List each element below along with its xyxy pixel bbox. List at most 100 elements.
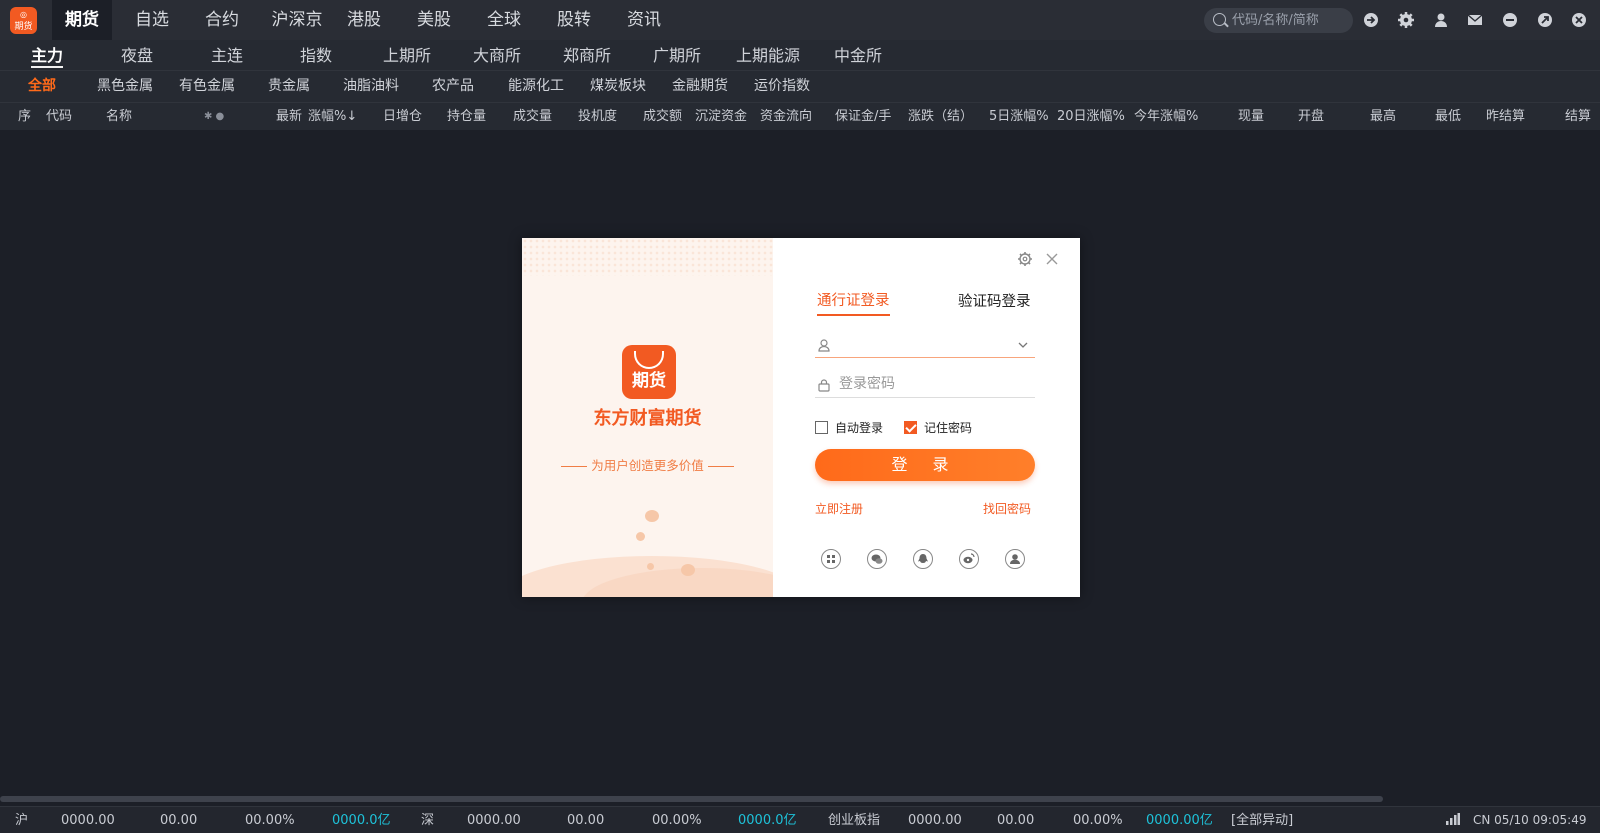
cat-agri[interactable]: 农产品 <box>432 71 474 102</box>
settings-icon[interactable] <box>1397 11 1415 29</box>
cat-precious[interactable]: 贵金属 <box>268 71 310 102</box>
col-last-volume[interactable]: 现量 <box>1238 103 1264 131</box>
tab-news[interactable]: 资讯 <box>614 0 674 40</box>
col-high[interactable]: 最高 <box>1370 103 1396 131</box>
col-code[interactable]: 代码 <box>46 103 72 131</box>
cat-financial[interactable]: 金融期货 <box>672 71 728 102</box>
col-settle[interactable]: 结算 <box>1565 103 1591 131</box>
search-input[interactable]: 代码/名称/简称 <box>1204 8 1353 33</box>
sh-change: 00.00 <box>160 813 198 828</box>
col-open[interactable]: 开盘 <box>1298 103 1324 131</box>
username-input[interactable] <box>839 333 1019 355</box>
col-prev-settle[interactable]: 昨结算 <box>1486 103 1525 131</box>
tab-account-login[interactable]: 通行证登录 <box>817 289 890 316</box>
cat-oils[interactable]: 油脂油料 <box>343 71 399 102</box>
auto-login-checkbox[interactable]: 自动登录 <box>815 419 883 436</box>
tab-neeq[interactable]: 股转 <box>544 0 604 40</box>
subtab-continuous[interactable]: 主连 <box>211 40 243 71</box>
close-icon[interactable] <box>1044 251 1060 267</box>
qq-icon[interactable] <box>913 549 933 569</box>
col-change-settle[interactable]: 涨跌（结） <box>908 103 973 131</box>
cy-change: 00.00 <box>997 813 1035 828</box>
col-daily-oi-change[interactable]: 日增仓 <box>383 103 422 131</box>
col-seq[interactable]: 序 <box>18 103 31 131</box>
cat-energy-chem[interactable]: 能源化工 <box>508 71 564 102</box>
horizontal-scrollbar[interactable] <box>0 794 1600 804</box>
tab-code-login[interactable]: 验证码登录 <box>958 290 1031 311</box>
qr-code-icon[interactable] <box>821 549 841 569</box>
cat-ferrous[interactable]: 黑色金属 <box>97 71 153 102</box>
cat-nonferrous[interactable]: 有色金属 <box>179 71 235 102</box>
column-toggle-icon[interactable]: ✱ ● <box>204 103 224 131</box>
username-field[interactable] <box>815 330 1035 358</box>
tab-watchlist[interactable]: 自选 <box>122 0 182 40</box>
subtab-gfex[interactable]: 广期所 <box>653 40 701 71</box>
settings-icon[interactable] <box>1017 251 1033 267</box>
checkbox-checked[interactable] <box>904 421 917 434</box>
refresh-icon[interactable] <box>1362 11 1380 29</box>
tab-a-shares[interactable]: 沪深京 <box>262 0 332 40</box>
login-form: 通行证登录 验证码登录 自动登录 记住密码 登 录 立即注册 找回密码 <box>773 238 1080 597</box>
login-button[interactable]: 登 录 <box>815 449 1035 481</box>
col-fund-flow[interactable]: 资金流向 <box>760 103 812 131</box>
subtab-czce[interactable]: 郑商所 <box>563 40 611 71</box>
scrollbar-thumb[interactable] <box>0 796 1383 802</box>
chevron-down-icon[interactable] <box>1017 336 1029 348</box>
password-input[interactable] <box>839 373 1019 395</box>
col-latest[interactable]: 最新 <box>276 103 302 131</box>
user-icon[interactable] <box>1432 11 1450 29</box>
sz-amount: 0000.0亿 <box>738 813 797 828</box>
col-5d-change[interactable]: 5日涨幅% <box>989 103 1049 131</box>
col-settled-funds[interactable]: 沉淀资金 <box>695 103 747 131</box>
brand-name: 东方财富期货 <box>593 408 702 429</box>
subtab-night[interactable]: 夜盘 <box>121 40 153 71</box>
col-speculation[interactable]: 投机度 <box>578 103 617 131</box>
close-icon[interactable] <box>1570 11 1588 29</box>
restore-icon[interactable] <box>1536 11 1554 29</box>
cat-coal[interactable]: 煤炭板块 <box>590 71 646 102</box>
cat-all[interactable]: 全部 <box>28 71 56 102</box>
search-placeholder: 代码/名称/简称 <box>1232 13 1319 28</box>
subtab-main[interactable]: 主力 <box>31 40 64 71</box>
minimize-icon[interactable] <box>1501 11 1519 29</box>
table-header: 序 代码 名称 ✱ ● 最新 涨幅%↓ 日增仓 持仓量 成交量 投机度 成交额 … <box>0 102 1600 130</box>
app-logo-icon[interactable]: ◎ 期货 <box>10 7 37 34</box>
register-link[interactable]: 立即注册 <box>815 500 863 517</box>
account-icon[interactable] <box>1005 549 1025 569</box>
decor-dot <box>647 563 654 570</box>
col-volume[interactable]: 成交量 <box>513 103 552 131</box>
checkbox-unchecked[interactable] <box>815 421 828 434</box>
col-margin[interactable]: 保证金/手 <box>835 103 891 131</box>
col-ytd-change[interactable]: 今年涨幅% <box>1134 103 1198 131</box>
pixel-pattern <box>522 238 773 276</box>
col-open-interest[interactable]: 持仓量 <box>447 103 486 131</box>
tab-contracts[interactable]: 合约 <box>192 0 252 40</box>
tab-futures[interactable]: 期货 <box>52 0 112 40</box>
alerts-link[interactable]: [全部异动] <box>1231 807 1293 833</box>
col-turnover[interactable]: 成交额 <box>643 103 682 131</box>
subtab-dce[interactable]: 大商所 <box>473 40 521 71</box>
remember-password-checkbox[interactable]: 记住密码 <box>904 419 972 436</box>
cy-index: 0000.00 <box>908 813 962 828</box>
subtab-cffex[interactable]: 中金所 <box>834 40 882 71</box>
cat-freight[interactable]: 运价指数 <box>754 71 810 102</box>
tab-global[interactable]: 全球 <box>474 0 534 40</box>
cy-label: 创业板指 <box>828 813 881 828</box>
col-change-pct[interactable]: 涨幅%↓ <box>308 103 357 131</box>
subtab-ine[interactable]: 上期能源 <box>736 40 800 71</box>
exchange-nav: 主力 夜盘 主连 指数 上期所 大商所 郑商所 广期所 上期能源 中金所 <box>0 40 1600 71</box>
tab-hk-stocks[interactable]: 港股 <box>334 0 394 40</box>
forgot-password-link[interactable]: 找回密码 <box>983 500 1031 517</box>
subtab-shfe[interactable]: 上期所 <box>383 40 431 71</box>
col-20d-change[interactable]: 20日涨幅% <box>1057 103 1125 131</box>
tab-us-stocks[interactable]: 美股 <box>404 0 464 40</box>
app-window: ◎ 期货 期货 自选 合约 沪深京 港股 美股 全球 股转 资讯 代码/名称/简称 <box>0 0 1600 833</box>
password-field[interactable] <box>815 370 1035 398</box>
subtab-index[interactable]: 指数 <box>300 40 332 71</box>
futures-logo-icon: 期货 <box>622 345 676 399</box>
mail-icon[interactable] <box>1466 11 1484 29</box>
wechat-icon[interactable] <box>867 549 887 569</box>
weibo-icon[interactable] <box>959 549 979 569</box>
col-low[interactable]: 最低 <box>1435 103 1461 131</box>
col-name[interactable]: 名称 <box>106 103 132 131</box>
